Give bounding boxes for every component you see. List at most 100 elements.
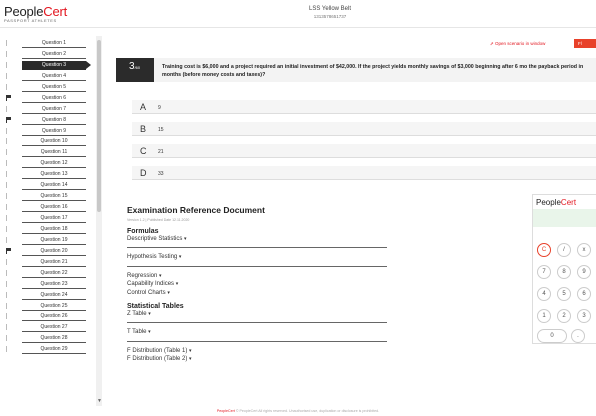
flag-outline-icon[interactable] — [6, 193, 12, 200]
link-hypothesis-testing[interactable]: Hypothesis Testing ▾ — [127, 253, 387, 261]
question-nav-item[interactable]: Question 13 — [0, 169, 96, 180]
exam-title: LSS Yellow Belt — [308, 6, 352, 12]
flag-outline-icon[interactable] — [6, 160, 12, 167]
question-nav-item[interactable]: Question 19 — [0, 235, 96, 246]
sidebar-scrollbar[interactable]: ▼ — [96, 36, 102, 406]
question-nav-item[interactable]: Question 1 — [0, 38, 96, 49]
link-z-table[interactable]: Z Table ▾ — [127, 310, 387, 318]
question-nav-item[interactable]: Question 22 — [0, 268, 96, 279]
link-f-distribution-1[interactable]: F Distribution (Table 1) ▾ — [127, 347, 387, 355]
flag-outline-icon[interactable] — [6, 40, 12, 46]
flag-outline-icon[interactable] — [6, 302, 12, 309]
calculator-key[interactable]: 9 — [577, 265, 591, 279]
calculator-key[interactable]: 2 — [557, 309, 571, 323]
question-nav-item[interactable]: Question 11 — [0, 147, 96, 158]
link-label: Regression — [127, 272, 158, 279]
calculator-key[interactable]: 6 — [577, 287, 591, 301]
flag-outline-icon[interactable] — [6, 258, 12, 265]
peoplecert-logo: PeopleCert PASSPORT ATHLETES — [4, 5, 67, 23]
flag-outline-icon[interactable] — [6, 50, 12, 57]
link-capability-indices[interactable]: Capability Indices ▾ — [127, 280, 387, 288]
answer-option-b[interactable]: B 15 — [132, 122, 596, 136]
question-nav-item[interactable]: Question 12 — [0, 158, 96, 169]
flag-outline-icon[interactable] — [6, 171, 12, 178]
flag-outline-icon[interactable] — [6, 182, 12, 189]
flag-outline-icon[interactable] — [6, 236, 12, 243]
flag-outline-icon[interactable] — [6, 313, 12, 320]
question-nav-item[interactable]: Question 4 — [0, 71, 96, 82]
flag-outline-icon[interactable] — [6, 324, 12, 331]
answer-option-d[interactable]: D 33 — [132, 166, 596, 180]
question-nav-item[interactable]: Question 20 — [0, 246, 96, 257]
flag-outline-icon[interactable] — [6, 138, 12, 145]
question-nav-label: Question 15 — [22, 192, 86, 202]
question-nav-item[interactable]: Question 5 — [0, 82, 96, 93]
question-nav-item[interactable]: Question 28 — [0, 333, 96, 344]
flag-outline-icon[interactable] — [6, 215, 12, 221]
answer-option-c[interactable]: C 21 — [132, 144, 596, 158]
question-nav-label: Question 6 — [22, 94, 86, 103]
flag-outline-icon[interactable] — [6, 105, 12, 112]
calculator-key[interactable]: 5 — [557, 287, 571, 301]
question-nav-label: Question 9 — [22, 127, 86, 136]
calculator-key[interactable]: 7 — [537, 265, 551, 279]
calculator-key[interactable]: C — [537, 243, 551, 257]
question-nav-item[interactable]: Question 29 — [0, 344, 96, 355]
question-nav-item[interactable]: Question 27 — [0, 322, 96, 333]
calculator-key[interactable]: x — [577, 243, 591, 257]
question-nav-item[interactable]: Question 25 — [0, 301, 96, 312]
question-nav-item[interactable]: Question 24 — [0, 290, 96, 301]
flag-outline-icon[interactable] — [6, 269, 12, 276]
flag-tab-button[interactable]: Fl — [574, 39, 596, 48]
link-descriptive-statistics[interactable]: Descriptive Statistics ▾ — [127, 235, 387, 243]
link-t-table[interactable]: T Table ▾ — [127, 328, 387, 336]
reference-version: Version 1.2 | Published Date 12.11.2020 — [127, 218, 190, 222]
question-nav-item[interactable]: Question 2 — [0, 49, 96, 60]
question-nav-label: Question 1 — [22, 39, 86, 48]
question-nav-item[interactable]: Question 18 — [0, 224, 96, 235]
calculator-key[interactable]: 3 — [577, 309, 591, 323]
link-regression[interactable]: Regression ▾ — [127, 272, 387, 280]
question-nav-item[interactable]: Question 6 — [0, 93, 96, 104]
flag-filled-icon[interactable] — [6, 94, 12, 101]
calculator-key[interactable]: 0 — [537, 329, 567, 343]
flag-outline-icon[interactable] — [6, 83, 12, 90]
calculator-key[interactable]: 8 — [557, 265, 571, 279]
question-nav-item[interactable]: Question 23 — [0, 279, 96, 290]
question-nav-item[interactable]: Question 8 — [0, 115, 96, 126]
footer-link[interactable]: PeopleCert — [217, 409, 235, 413]
link-control-charts[interactable]: Control Charts ▾ — [127, 289, 387, 297]
flag-outline-icon[interactable] — [6, 280, 12, 287]
flag-outline-icon[interactable] — [6, 225, 12, 232]
question-nav-item[interactable]: Question 17 — [0, 213, 96, 224]
calculator-key[interactable]: . — [571, 329, 585, 343]
calculator-key[interactable]: 1 — [537, 309, 551, 323]
question-nav-item[interactable]: Question 14 — [0, 180, 96, 191]
question-nav-item[interactable]: Question 10 — [0, 136, 96, 147]
question-nav-item[interactable]: Question 26 — [0, 311, 96, 322]
question-nav-item[interactable]: Question 3 — [0, 60, 96, 71]
flag-outline-icon[interactable] — [6, 346, 12, 353]
flag-outline-icon[interactable] — [6, 149, 12, 156]
flag-outline-icon[interactable] — [6, 127, 12, 134]
scrollbar-thumb[interactable] — [97, 40, 101, 212]
question-nav-item[interactable]: Question 9 — [0, 126, 96, 137]
link-f-distribution-2[interactable]: F Distribution (Table 2) ▾ — [127, 355, 387, 363]
flag-outline-icon[interactable] — [6, 204, 12, 211]
calculator-key[interactable]: 4 — [537, 287, 551, 301]
flag-filled-icon[interactable] — [6, 247, 12, 254]
scroll-down-arrow-icon[interactable]: ▼ — [97, 399, 102, 404]
answer-letter: D — [140, 168, 147, 178]
flag-outline-icon[interactable] — [6, 335, 12, 342]
question-nav-item[interactable]: Question 21 — [0, 257, 96, 268]
question-nav-item[interactable]: Question 7 — [0, 104, 96, 115]
open-scenario-link[interactable]: ⇗ Open scenario in window — [490, 41, 545, 47]
answer-option-a[interactable]: A 9 — [132, 100, 596, 114]
calculator-key[interactable]: / — [557, 243, 571, 257]
flag-outline-icon[interactable] — [6, 291, 12, 298]
question-nav-item[interactable]: Question 16 — [0, 202, 96, 213]
question-nav-item[interactable]: Question 15 — [0, 191, 96, 202]
flag-filled-icon[interactable] — [6, 116, 12, 123]
flag-outline-icon[interactable] — [6, 72, 12, 79]
flag-outline-icon[interactable] — [6, 61, 12, 68]
